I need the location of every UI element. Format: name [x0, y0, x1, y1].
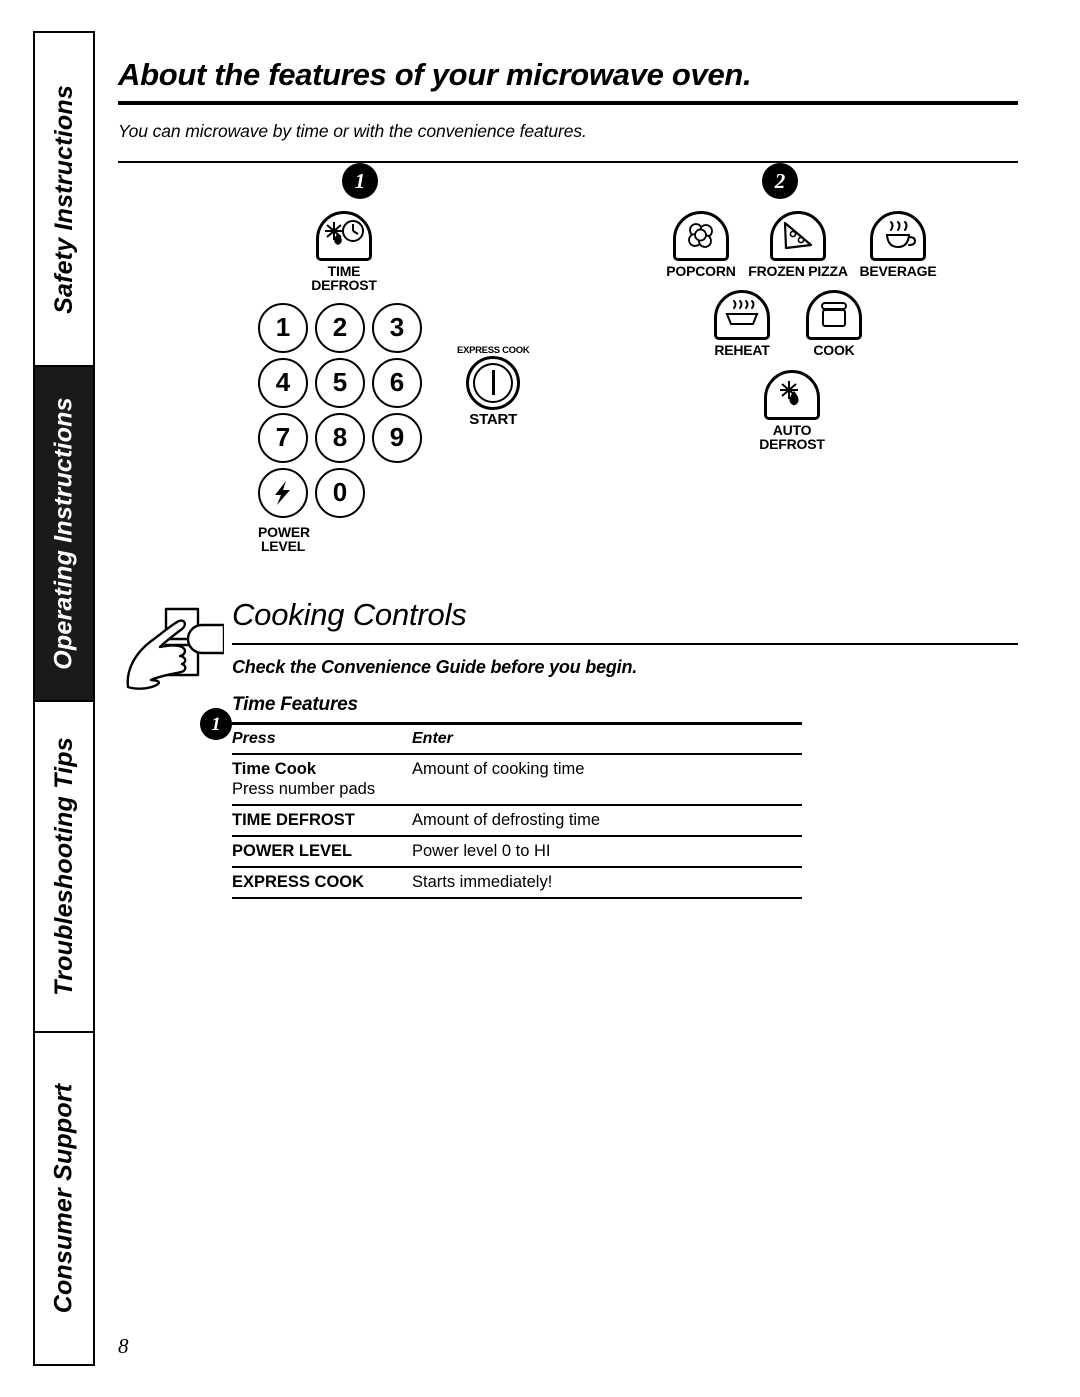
key-9[interactable]: 9 [372, 412, 422, 463]
step-badge-1: 1 [342, 163, 378, 200]
frozen-pizza-label: FROZEN PIZZA [748, 263, 848, 280]
popcorn-button[interactable]: POPCORN [658, 211, 744, 278]
beverage-cup-icon [870, 211, 926, 262]
sidebar-tab-label: Safety Instructions [49, 84, 78, 314]
cook-label: COOK [813, 342, 855, 359]
table-row: Time Cook Amount of cooking time [232, 754, 802, 779]
page-title: About the features of your microwave ove… [118, 57, 752, 92]
pointing-hand-icon [124, 601, 224, 693]
time-features-badge: 1 [200, 708, 232, 741]
key-4[interactable]: 4 [258, 357, 308, 408]
table-row: POWER LEVEL Power level 0 to HI [232, 836, 802, 869]
key-5[interactable]: 5 [315, 357, 365, 408]
sidebar-tab-operating-instructions[interactable]: Operating Instructions [35, 367, 93, 700]
key-6[interactable]: 6 [372, 357, 422, 408]
key-2[interactable]: 2 [315, 302, 365, 353]
express-cook-label: EXPRESS COOK [457, 344, 530, 356]
cell-enter: Power level 0 to HI [412, 836, 802, 869]
column-header-press: Press [232, 722, 412, 756]
reheat-dish-icon [714, 290, 770, 341]
power-level-button[interactable] [258, 467, 308, 518]
time-controls-group: TIME DEFROST 1 2 3 4 5 6 7 8 9 0 POWER L… [258, 211, 530, 554]
start-button[interactable]: EXPRESS COOK START [457, 344, 530, 428]
time-defrost-icon [316, 211, 372, 262]
key-8[interactable]: 8 [315, 412, 365, 463]
beverage-button[interactable]: BEVERAGE [852, 211, 944, 278]
column-header-enter: Enter [412, 722, 802, 756]
time-features-block: 1 Time Features Press Enter Time Cook Am… [200, 694, 1018, 900]
control-panel-diagrams: 1 2 TIME DEFROST 1 2 3 4 5 6 7 8 9 0 POW… [118, 163, 1018, 593]
cell-press: POWER LEVEL [232, 836, 412, 869]
cell-enter: Amount of cooking time [412, 760, 585, 779]
sidebar-tab-label: Consumer Support [49, 1083, 78, 1314]
cooking-controls-title: Cooking Controls [232, 597, 467, 633]
auto-defrost-label-line1: AUTO [772, 421, 812, 438]
page-number: 8 [118, 1334, 129, 1358]
intro-text: You can microwave by time or with the co… [118, 121, 587, 142]
power-level-label-line2: LEVEL [260, 537, 306, 554]
key-0[interactable]: 0 [315, 467, 365, 518]
time-defrost-label-line2: DEFROST [311, 277, 377, 294]
pizza-slice-icon [770, 211, 826, 262]
manual-page: Safety Instructions Operating Instructio… [0, 0, 1080, 1397]
cell-enter: Amount of defrosting time [412, 805, 802, 838]
cell-press: Time Cook [232, 760, 317, 779]
power-level-label-line1: POWER [258, 523, 310, 540]
section-sidebar: Safety Instructions Operating Instructio… [33, 31, 95, 1366]
title-divider [118, 101, 1018, 106]
lightning-bolt-icon [275, 480, 290, 505]
popcorn-label: POPCORN [666, 263, 736, 280]
cook-button[interactable]: COOK [788, 290, 880, 359]
table-row: TIME DEFROST Amount of defrosting time [232, 805, 802, 838]
cell-enter-empty [412, 779, 802, 807]
table-row: EXPRESS COOK Starts immediately! [232, 867, 802, 900]
reheat-button[interactable]: REHEAT [696, 290, 788, 359]
time-features-table: Press Enter Time Cook Amount of cooking … [232, 722, 802, 900]
time-features-title: Time Features [232, 694, 358, 716]
cell-press: TIME DEFROST [232, 805, 412, 838]
step-badge-2: 2 [762, 163, 798, 200]
cook-pot-icon [806, 290, 862, 341]
sidebar-tab-label: Troubleshooting Tips [49, 737, 78, 996]
key-1[interactable]: 1 [258, 302, 308, 353]
start-button-icon [466, 355, 521, 410]
cell-press: EXPRESS COOK [232, 867, 412, 900]
cooking-controls-divider [232, 643, 1018, 646]
cell-press-sub: Press number pads [232, 779, 412, 807]
time-defrost-label-line1: TIME [327, 263, 361, 280]
auto-defrost-button[interactable]: AUTO DEFROST [746, 369, 838, 452]
key-3[interactable]: 3 [372, 302, 422, 353]
sidebar-tab-consumer-support[interactable]: Consumer Support [35, 1033, 93, 1364]
cell-enter: Starts immediately! [412, 867, 802, 900]
beverage-label: BEVERAGE [859, 263, 937, 280]
frozen-pizza-button[interactable]: FROZEN PIZZA [744, 211, 852, 278]
convenience-controls-group: POPCORN FROZEN PIZZA BEVERAGE REHEAT COO… [658, 211, 944, 451]
key-7[interactable]: 7 [258, 412, 308, 463]
auto-defrost-icon [764, 369, 820, 420]
start-label: START [469, 410, 518, 428]
sidebar-tab-safety-instructions[interactable]: Safety Instructions [35, 33, 93, 367]
cooking-controls-subtitle: Check the Convenience Guide before you b… [232, 657, 638, 678]
table-header-row: Press Enter [232, 722, 802, 756]
main-content: About the features of your microwave ove… [118, 31, 1018, 900]
reheat-label: REHEAT [714, 342, 770, 359]
sidebar-tab-label: Operating Instructions [49, 397, 78, 670]
sidebar-tab-troubleshooting-tips[interactable]: Troubleshooting Tips [35, 700, 93, 1033]
table-row-continued: Press number pads [232, 779, 802, 807]
cooking-controls-section: Cooking Controls Check the Convenience G… [118, 597, 1018, 900]
auto-defrost-label-line2: DEFROST [759, 435, 825, 452]
time-defrost-button[interactable]: TIME DEFROST [258, 211, 430, 293]
popcorn-icon [673, 211, 729, 262]
number-keypad: 1 2 3 4 5 6 7 8 9 0 POWER LEVEL [258, 302, 429, 554]
